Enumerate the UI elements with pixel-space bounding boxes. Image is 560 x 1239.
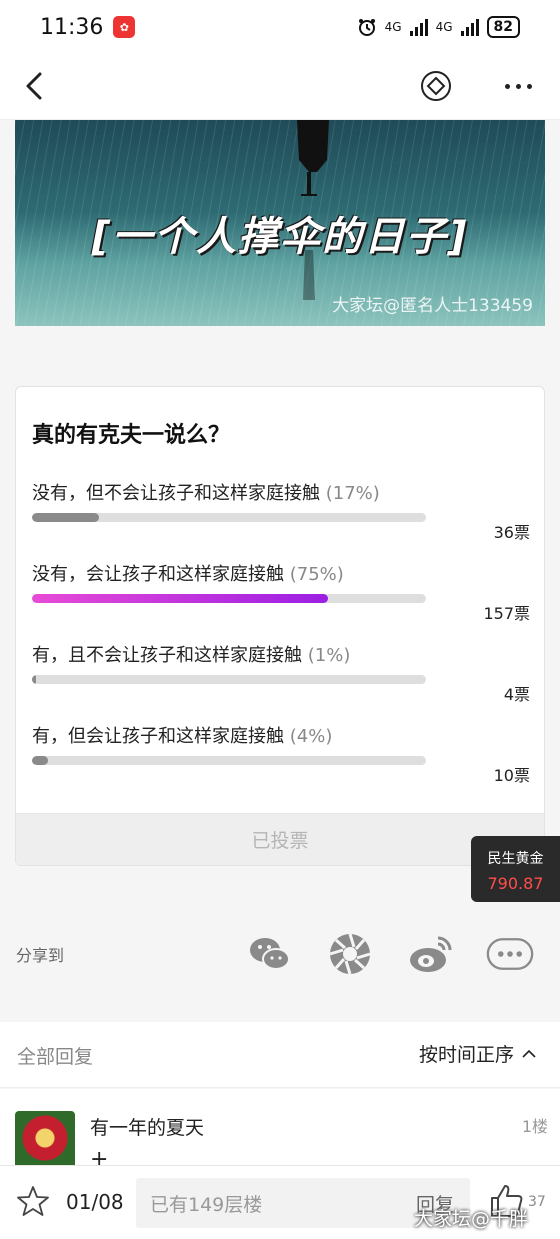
bottom-watermark: 大家坛@千胖 bbox=[414, 1208, 529, 1230]
poll-option-1: 没有，但不会让孩子和这样家庭接触 (17%) 36票 bbox=[32, 479, 530, 559]
poll-option-percent: (4%) bbox=[289, 726, 333, 747]
poll-option-votes: 36票 bbox=[493, 523, 530, 542]
poll-option-fill bbox=[32, 594, 328, 603]
poll-option-percent: (75%) bbox=[289, 564, 344, 585]
poll-option-label: 有，且不会让孩子和这样家庭接触 (1%) bbox=[32, 645, 351, 666]
signal-icon bbox=[409, 18, 428, 36]
more-options-icon[interactable] bbox=[498, 72, 538, 100]
poll-option-fill bbox=[32, 675, 36, 684]
gold-price-widget[interactable]: 民生黄金 790.87 bbox=[471, 836, 560, 902]
voted-button[interactable]: 已投票 bbox=[16, 813, 544, 865]
battery-indicator: 82 bbox=[486, 16, 520, 38]
share-label: 分享到 bbox=[16, 946, 65, 965]
back-icon[interactable] bbox=[18, 68, 54, 104]
reply-floor: 1楼 bbox=[521, 1117, 548, 1136]
poll-option-3: 有，且不会让孩子和这样家庭接触 (1%) 4票 bbox=[32, 641, 530, 721]
share-row: 分享到 bbox=[0, 920, 560, 986]
alarm-icon bbox=[358, 19, 375, 36]
banner-image: [一个人撑伞的日子] 大家坛@匿名人士133459 bbox=[15, 120, 545, 326]
poll-option-bar bbox=[32, 756, 426, 765]
poll-option-label: 没有，会让孩子和这样家庭接触 (75%) bbox=[32, 564, 344, 585]
poll-option-votes: 157票 bbox=[483, 604, 530, 623]
wechat-icon[interactable] bbox=[246, 930, 294, 978]
weibo-icon[interactable] bbox=[406, 930, 454, 978]
status-indicators: 4G 4G 82 bbox=[357, 16, 520, 38]
chevron-up-icon bbox=[522, 1049, 536, 1058]
status-time: 11:36 bbox=[40, 14, 104, 40]
banner-title: [一个人撑伞的日子] bbox=[91, 214, 469, 260]
replies-header: 全部回复 按时间正序 bbox=[0, 1022, 560, 1088]
gold-widget-name: 民生黄金 bbox=[487, 851, 544, 867]
poll-option-label: 有，但会让孩子和这样家庭接触 (4%) bbox=[32, 726, 333, 747]
poll-option-bar bbox=[32, 513, 426, 522]
banner-watermark: 大家坛@匿名人士133459 bbox=[332, 296, 533, 316]
status-bar: 11:36 ✿ 4G 4G 82 bbox=[0, 0, 560, 54]
nav-bar bbox=[0, 54, 560, 120]
comment-input-placeholder: 已有149层楼 bbox=[150, 1193, 263, 1216]
reply-item[interactable]: 有一年的夏天 1楼 + bbox=[0, 1089, 560, 1165]
reply-text: + bbox=[90, 1147, 109, 1165]
sort-order-button[interactable]: 按时间正序 bbox=[419, 1040, 536, 1067]
poll-option-bar bbox=[32, 594, 426, 603]
gold-widget-price: 790.87 bbox=[487, 874, 544, 893]
poll-option-label: 没有，但不会让孩子和这样家庭接触 (17%) bbox=[32, 483, 380, 504]
poll-option-fill bbox=[32, 756, 48, 765]
poll-option-fill bbox=[32, 513, 99, 522]
reply-username[interactable]: 有一年的夏天 bbox=[90, 1113, 204, 1140]
avatar[interactable] bbox=[15, 1111, 75, 1165]
poll-option-percent: (17%) bbox=[325, 483, 380, 504]
favorite-star-icon[interactable] bbox=[16, 1184, 50, 1218]
more-share-icon[interactable] bbox=[486, 930, 534, 978]
signal-icon-2 bbox=[460, 18, 479, 36]
all-replies-title: 全部回复 bbox=[17, 1046, 94, 1068]
bottom-action-bar: 01/08 已有149层楼 回复 37 大家坛@千胖 bbox=[0, 1165, 560, 1239]
sort-order-label: 按时间正序 bbox=[418, 1044, 514, 1066]
network-type-2: 4G bbox=[435, 20, 453, 34]
network-type-1: 4G bbox=[384, 20, 402, 34]
moments-icon[interactable] bbox=[326, 930, 374, 978]
poll-option-bar bbox=[32, 675, 426, 684]
poll-option-4: 有，但会让孩子和这样家庭接触 (4%) 10票 bbox=[32, 722, 530, 802]
poll-card: 真的有克夫一说么？ 没有，但不会让孩子和这样家庭接触 (17%) 36票 没有，… bbox=[15, 386, 545, 866]
poll-option-2: 没有，会让孩子和这样家庭接触 (75%) 157票 bbox=[32, 560, 530, 640]
page-indicator[interactable]: 01/08 bbox=[66, 1190, 124, 1214]
app-notification-icon: ✿ bbox=[113, 16, 136, 38]
poll-option-percent: (1%) bbox=[307, 645, 351, 666]
poll-option-votes: 4票 bbox=[503, 685, 530, 704]
tip-coin-icon[interactable] bbox=[420, 70, 452, 102]
poll-option-votes: 10票 bbox=[493, 766, 530, 785]
like-count: 37 bbox=[528, 1194, 546, 1210]
post-content: [一个人撑伞的日子] 大家坛@匿名人士133459 真的有克夫一说么？ 没有，但… bbox=[0, 120, 560, 1165]
poll-title: 真的有克夫一说么？ bbox=[32, 423, 231, 448]
